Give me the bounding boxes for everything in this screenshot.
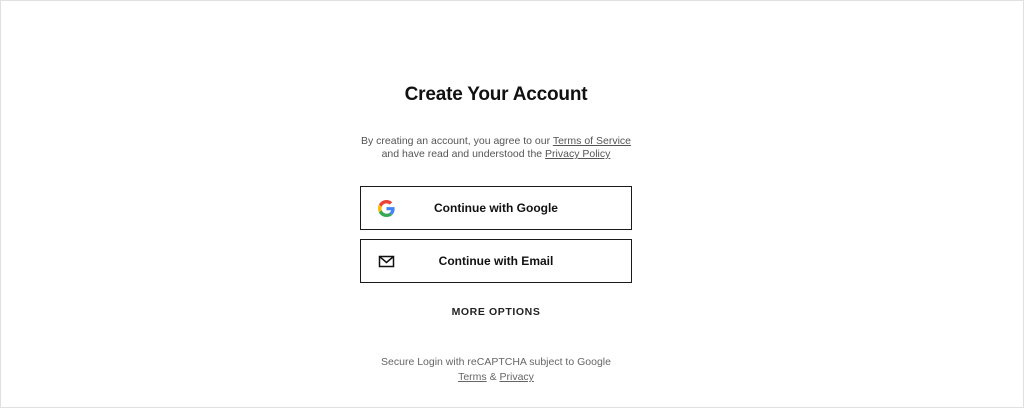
page-title: Create Your Account [404, 84, 588, 105]
agreement-line-2: and have read and understood the Privacy… [1, 148, 991, 161]
continue-with-google-button[interactable]: Continue with Google [360, 186, 632, 230]
terms-of-service-link[interactable]: Terms of Service [553, 135, 631, 147]
agreement-text: By creating an account, you agree to our… [1, 135, 991, 161]
more-options-button[interactable]: MORE OPTIONS [1, 306, 991, 318]
google-button-label: Continue with Google [434, 201, 558, 215]
page-frame: Create Your Account By creating an accou… [0, 0, 1024, 408]
agreement-line-1: By creating an account, you agree to our… [1, 135, 991, 148]
agreement-line-2-text: and have read and understood the [381, 148, 546, 160]
recaptcha-links: Terms & Privacy [1, 370, 991, 385]
recaptcha-text: Secure Login with reCAPTCHA subject to G… [381, 356, 611, 368]
continue-with-email-button[interactable]: Continue with Email [360, 239, 632, 283]
recaptcha-privacy-link[interactable]: Privacy [500, 371, 534, 383]
privacy-policy-link[interactable]: Privacy Policy [545, 148, 610, 160]
email-button-label: Continue with Email [438, 254, 554, 268]
recaptcha-notice: Secure Login with reCAPTCHA subject to G… [1, 355, 991, 385]
agreement-line-1-text: By creating an account, you agree to our [360, 135, 553, 147]
recaptcha-separator: & [486, 371, 500, 383]
recaptcha-terms-link[interactable]: Terms [458, 371, 487, 383]
